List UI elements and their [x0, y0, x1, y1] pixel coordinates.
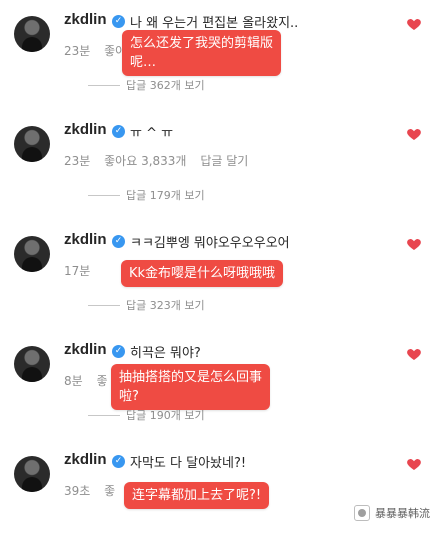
- verified-badge-icon: ✓: [112, 455, 125, 468]
- avatar[interactable]: [14, 16, 50, 52]
- comment-item: zkdlin ✓ 자막도 다 달아놨네?! 39초 좋 连字幕都加上去了呢?!: [0, 440, 440, 550]
- comment-meta: 23분 좋아요 3,833개 답글 달기: [64, 152, 258, 169]
- comment-item: zkdlin ✓ 히끅은 뭐야? 8분 좋 답글 190개 보기 抽抽搭搭的又是…: [0, 330, 440, 440]
- replies-divider: [88, 415, 120, 416]
- comment-item: zkdlin ✓ ㅠ ^ ㅠ 23분 좋아요 3,833개 답글 달기 답글 1…: [0, 110, 440, 220]
- username[interactable]: zkdlin: [64, 231, 107, 248]
- avatar[interactable]: [14, 456, 50, 492]
- avatar[interactable]: [14, 346, 50, 382]
- comment-text: 나 왜 우는거 편집본 올라왔지..: [130, 16, 299, 31]
- replies-label[interactable]: 답글 179개 보기: [126, 187, 205, 203]
- comment-text: 자막도 다 달아놨네?!: [130, 456, 247, 471]
- reply-button[interactable]: 답글 달기: [200, 154, 248, 168]
- verified-badge-icon: ✓: [112, 345, 125, 358]
- comment-time: 8분: [64, 374, 83, 388]
- comment-meta: 17분: [64, 262, 110, 279]
- comment-time: 39초: [64, 484, 91, 498]
- watermark: 暴暴暴韩流: [354, 505, 430, 521]
- caption-overlay: Kk金布嘤是什么呀哦哦哦: [121, 260, 284, 287]
- username[interactable]: zkdlin: [64, 341, 107, 358]
- replies-divider: [88, 305, 120, 306]
- verified-badge-icon: ✓: [112, 235, 125, 248]
- comment-time: 23분: [64, 154, 91, 168]
- username[interactable]: zkdlin: [64, 121, 107, 138]
- avatar[interactable]: [14, 236, 50, 272]
- watermark-text: 暴暴暴韩流: [375, 507, 430, 520]
- comment-item: zkdlin ✓ ㅋㅋ김뿌엥 뭐야오우오우오어 17분 답글 323개 보기 K…: [0, 220, 440, 330]
- caption-overlay: 怎么还发了我哭的剪辑版 呢…: [122, 30, 282, 76]
- view-replies[interactable]: 답글 362개 보기: [64, 77, 244, 93]
- heart-icon[interactable]: [406, 236, 422, 252]
- replies-label[interactable]: 답글 362개 보기: [126, 77, 205, 93]
- verified-badge-icon: ✓: [112, 15, 125, 28]
- avatar[interactable]: [14, 126, 50, 162]
- caption-overlay: 连字幕都加上去了呢?!: [124, 482, 270, 509]
- username[interactable]: zkdlin: [64, 451, 107, 468]
- replies-divider: [88, 85, 120, 86]
- comment-likes[interactable]: 좋: [97, 374, 108, 388]
- heart-icon[interactable]: [406, 126, 422, 142]
- comment-text: ㅠ ^ ㅠ: [130, 126, 174, 141]
- heart-icon[interactable]: [406, 456, 422, 472]
- heart-icon[interactable]: [406, 346, 422, 362]
- verified-badge-icon: ✓: [112, 125, 125, 138]
- comment-time: 23분: [64, 44, 91, 58]
- username[interactable]: zkdlin: [64, 11, 107, 28]
- comment-text: ㅋㅋ김뿌엥 뭐야오우오우오어: [130, 236, 290, 251]
- comment-text: 히끅은 뭐야?: [130, 346, 201, 361]
- comment-likes[interactable]: 좋아요 3,833개: [104, 154, 186, 168]
- comment-item: zkdlin ✓ 나 왜 우는거 편집본 올라왔지.. 23분 좋아요 답글 3…: [0, 0, 440, 110]
- comment-likes[interactable]: 좋: [104, 484, 115, 498]
- view-replies[interactable]: 답글 323개 보기: [64, 297, 244, 313]
- comment-meta: 8분 좋: [64, 372, 118, 389]
- comment-time: 17분: [64, 264, 91, 278]
- view-replies[interactable]: 답글 179개 보기: [64, 187, 244, 203]
- wechat-icon: [354, 505, 370, 521]
- caption-overlay: 抽抽搭搭的又是怎么回事 啦?: [111, 364, 271, 410]
- comment-meta: 39초 좋: [64, 482, 125, 499]
- replies-label[interactable]: 답글 323개 보기: [126, 297, 205, 313]
- heart-icon[interactable]: [406, 16, 422, 32]
- replies-divider: [88, 195, 120, 196]
